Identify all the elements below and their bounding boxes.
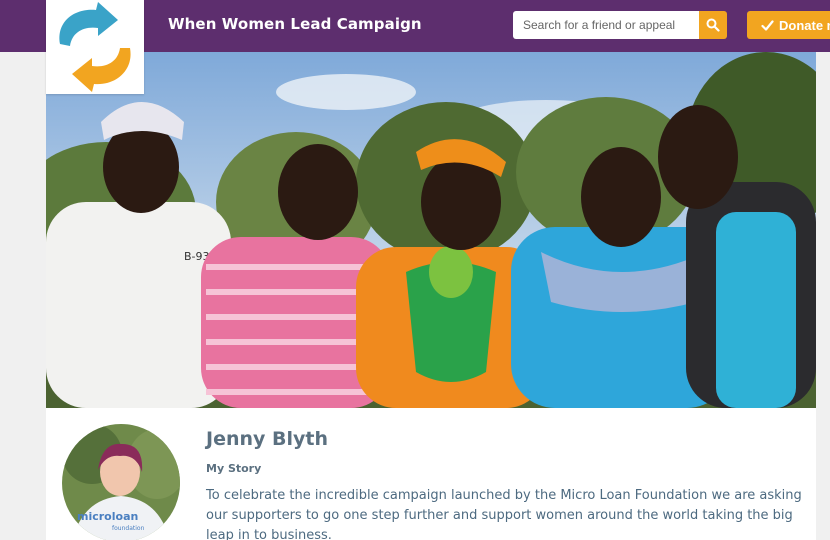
donate-button[interactable]: Donate n xyxy=(747,11,830,39)
profile-card: microloan foundation Jenny Blyth My Stor… xyxy=(46,408,816,540)
check-icon xyxy=(761,19,774,31)
search-button[interactable] xyxy=(699,11,727,39)
campaign-title[interactable]: When Women Lead Campaign xyxy=(168,15,422,33)
donate-label: Donate n xyxy=(779,17,830,33)
search-bar xyxy=(513,11,728,39)
avatar-photo: microloan foundation xyxy=(62,424,180,540)
hero-photo-illustration: B-93 xyxy=(46,52,816,408)
site-logo[interactable] xyxy=(46,0,144,94)
avatar-shirt-text: microloan xyxy=(77,510,138,523)
fundraiser-name: Jenny Blyth xyxy=(206,428,328,450)
search-icon xyxy=(706,18,720,32)
hero-image: B-93 xyxy=(46,52,816,408)
search-input[interactable] xyxy=(513,11,699,39)
avatar-shirt-subtext: foundation xyxy=(112,525,145,532)
avatar[interactable]: microloan foundation xyxy=(62,424,180,540)
story-text: To celebrate the incredible campaign lau… xyxy=(206,488,802,540)
swap-arrows-logo-icon xyxy=(59,2,131,92)
story-label: My Story xyxy=(206,462,262,475)
